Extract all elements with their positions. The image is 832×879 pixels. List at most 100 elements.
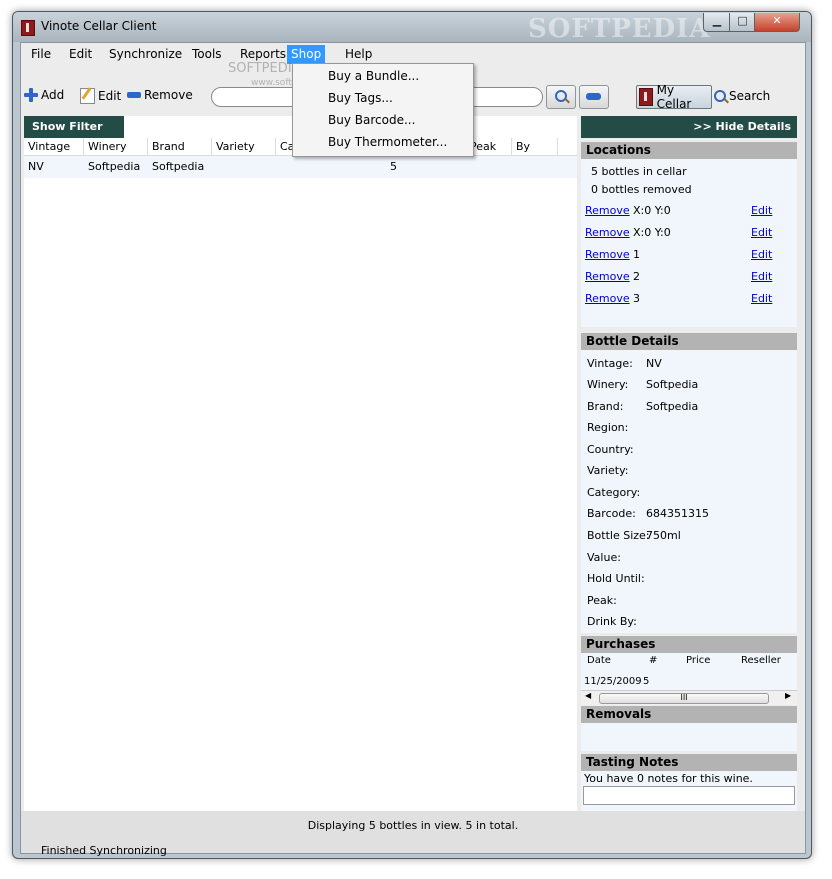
clear-search-button[interactable] xyxy=(579,85,609,109)
remove-location-link[interactable]: Remove xyxy=(585,292,630,305)
cell-quantity: 5 xyxy=(390,160,397,173)
menu-edit[interactable]: Edit xyxy=(65,46,96,62)
remove-location-link[interactable]: Remove xyxy=(585,204,630,217)
minimize-button[interactable]: ▁ xyxy=(703,13,731,32)
col-drink-by[interactable]: By xyxy=(512,138,558,155)
window-title: Vinote Cellar Client xyxy=(41,19,157,33)
bottles-removed: 0 bottles removed xyxy=(591,183,692,196)
value-label: Value: xyxy=(587,551,621,564)
show-filter-button[interactable]: Show Filter >> xyxy=(24,116,124,155)
remove-location-link[interactable]: Remove xyxy=(585,226,630,239)
display-count: Displaying 5 bottles in view. 5 in total… xyxy=(307,819,519,832)
tasting-notes-body: You have 0 notes for this wine. xyxy=(581,771,797,811)
barcode-label: Barcode: xyxy=(587,507,636,520)
scroll-right-icon[interactable]: ▶ xyxy=(785,691,791,700)
winery-value: Softpedia xyxy=(646,378,699,391)
sync-status: Finished Synchronizing xyxy=(41,844,167,857)
menu-item-buy-bundle[interactable]: Buy a Bundle... xyxy=(328,69,419,83)
vintage-label: Vintage: xyxy=(587,357,633,370)
tasting-notes-header: Tasting Notes xyxy=(581,754,797,771)
bottle-details-body: Vintage: NV Winery: Softpedia Brand: Sof… xyxy=(581,350,797,633)
menu-file[interactable]: File xyxy=(27,46,55,62)
edit-location-link[interactable]: Edit xyxy=(751,204,772,217)
scroll-left-icon[interactable]: ◀ xyxy=(585,691,591,700)
minus-icon xyxy=(127,92,141,98)
minus-icon xyxy=(586,93,601,100)
edit-location-link[interactable]: Edit xyxy=(751,292,772,305)
edit-button[interactable]: Edit xyxy=(80,88,121,104)
search-go-button[interactable] xyxy=(546,85,576,109)
purchase-col-reseller[interactable]: Reseller xyxy=(741,655,781,666)
cell-winery: Softpedia xyxy=(88,160,141,173)
purchases-scrollbar[interactable]: ◀ III ▶ xyxy=(581,690,797,705)
location-value: 1 xyxy=(633,248,640,261)
remove-button[interactable]: Remove xyxy=(127,88,193,102)
remove-location-link[interactable]: Remove xyxy=(585,270,630,283)
purchase-qty: 5 xyxy=(643,676,650,687)
purchase-col-price[interactable]: Price xyxy=(686,655,710,666)
edit-location-link[interactable]: Edit xyxy=(751,248,772,261)
edit-label: Edit xyxy=(98,89,122,103)
menu-item-buy-barcode[interactable]: Buy Barcode... xyxy=(328,113,415,127)
hide-details-button[interactable]: >> Hide Details xyxy=(581,116,797,138)
remove-location-link[interactable]: Remove xyxy=(585,248,630,261)
watermark: SOFTPEDIA xyxy=(528,14,711,44)
col-brand[interactable]: Brand xyxy=(148,138,212,155)
removals-body xyxy=(581,723,797,751)
menu-bar: File Edit Synchronize Tools Reports Shop… xyxy=(21,43,805,65)
vintage-value: NV xyxy=(646,357,662,370)
menu-synchronize[interactable]: Synchronize xyxy=(105,46,186,62)
bottles-in-cellar: 5 bottles in cellar xyxy=(591,165,687,178)
title-bar[interactable]: Vinote Cellar Client SOFTPEDIA ▁ □ ✕ xyxy=(13,12,811,44)
bottle-size-label: Bottle Size: xyxy=(587,529,650,542)
category-label: Category: xyxy=(587,486,641,499)
cell-brand: Softpedia xyxy=(152,160,205,173)
brand-value: Softpedia xyxy=(646,400,699,413)
cell-vintage: NV xyxy=(28,160,44,173)
edit-location-link[interactable]: Edit xyxy=(751,270,772,283)
add-label: Add xyxy=(41,88,65,102)
bottle-size-value: 750ml xyxy=(646,529,681,542)
menu-reports[interactable]: Reports xyxy=(236,46,290,62)
search-label: Search xyxy=(729,89,771,103)
removals-header: Removals xyxy=(581,706,797,723)
remove-label: Remove xyxy=(144,88,193,102)
scroll-thumb[interactable]: III xyxy=(599,693,769,704)
purchase-col-date[interactable]: Date xyxy=(587,655,611,666)
wine-bottle-icon xyxy=(21,20,35,36)
menu-help[interactable]: Help xyxy=(341,46,376,62)
menu-tools[interactable]: Tools xyxy=(188,46,226,62)
col-variety[interactable]: Variety xyxy=(212,138,276,155)
tasting-notes-text: You have 0 notes for this wine. xyxy=(584,772,753,785)
plus-icon xyxy=(24,88,38,102)
close-button[interactable]: ✕ xyxy=(754,13,800,32)
pencil-icon xyxy=(80,88,95,104)
purchase-col-qty[interactable]: # xyxy=(649,655,657,666)
bottle-details-header: Bottle Details xyxy=(581,333,797,350)
maximize-button[interactable]: □ xyxy=(729,13,756,32)
magnifier-icon xyxy=(714,90,726,102)
purchase-date: 11/25/2009 xyxy=(584,676,642,687)
peak-label: Peak: xyxy=(587,594,617,607)
tasting-note-input[interactable] xyxy=(583,786,795,805)
table-row[interactable]: NV Softpedia Softpedia 5 xyxy=(24,156,577,178)
purchases-header: Purchases xyxy=(581,636,797,653)
location-value: X:0 Y:0 xyxy=(633,204,671,217)
my-cellar-button[interactable]: My Cellar xyxy=(636,83,712,111)
edit-location-link[interactable]: Edit xyxy=(751,226,772,239)
details-panel: >> Hide Details Locations 5 bottles in c… xyxy=(581,116,797,811)
bottle-list-panel: Show Filter >> Vintage Winery Brand Vari… xyxy=(24,116,577,811)
region-label: Region: xyxy=(587,421,629,434)
barcode-value: 684351315 xyxy=(646,507,709,520)
brand-label: Brand: xyxy=(587,400,624,413)
col-winery[interactable]: Winery xyxy=(84,138,148,155)
add-button[interactable]: Add xyxy=(24,88,64,102)
menu-item-buy-thermometer[interactable]: Buy Thermometer... xyxy=(328,135,447,149)
locations-body: 5 bottles in cellar 0 bottles removed Re… xyxy=(581,159,797,327)
hold-until-label: Hold Until: xyxy=(587,572,645,585)
magnifier-icon xyxy=(555,90,567,102)
menu-item-buy-tags[interactable]: Buy Tags... xyxy=(328,91,393,105)
col-vintage[interactable]: Vintage xyxy=(24,138,84,155)
variety-label: Variety: xyxy=(587,464,629,477)
search-mode-button[interactable]: Search xyxy=(714,89,770,103)
